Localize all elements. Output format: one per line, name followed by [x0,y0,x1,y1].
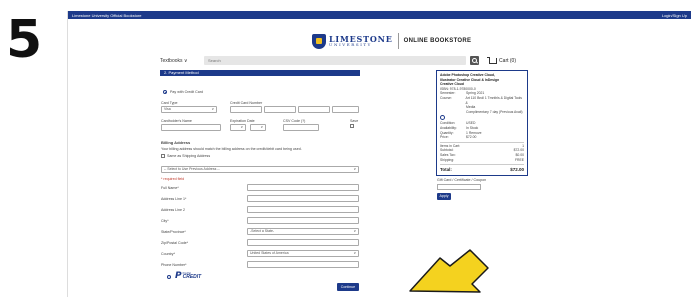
yellow-arrow-icon [409,249,489,293]
pointer-arrow-overlay [409,249,489,293]
tutorial-step-page: 5 Limestone University Official Bookstor… [0,0,691,297]
